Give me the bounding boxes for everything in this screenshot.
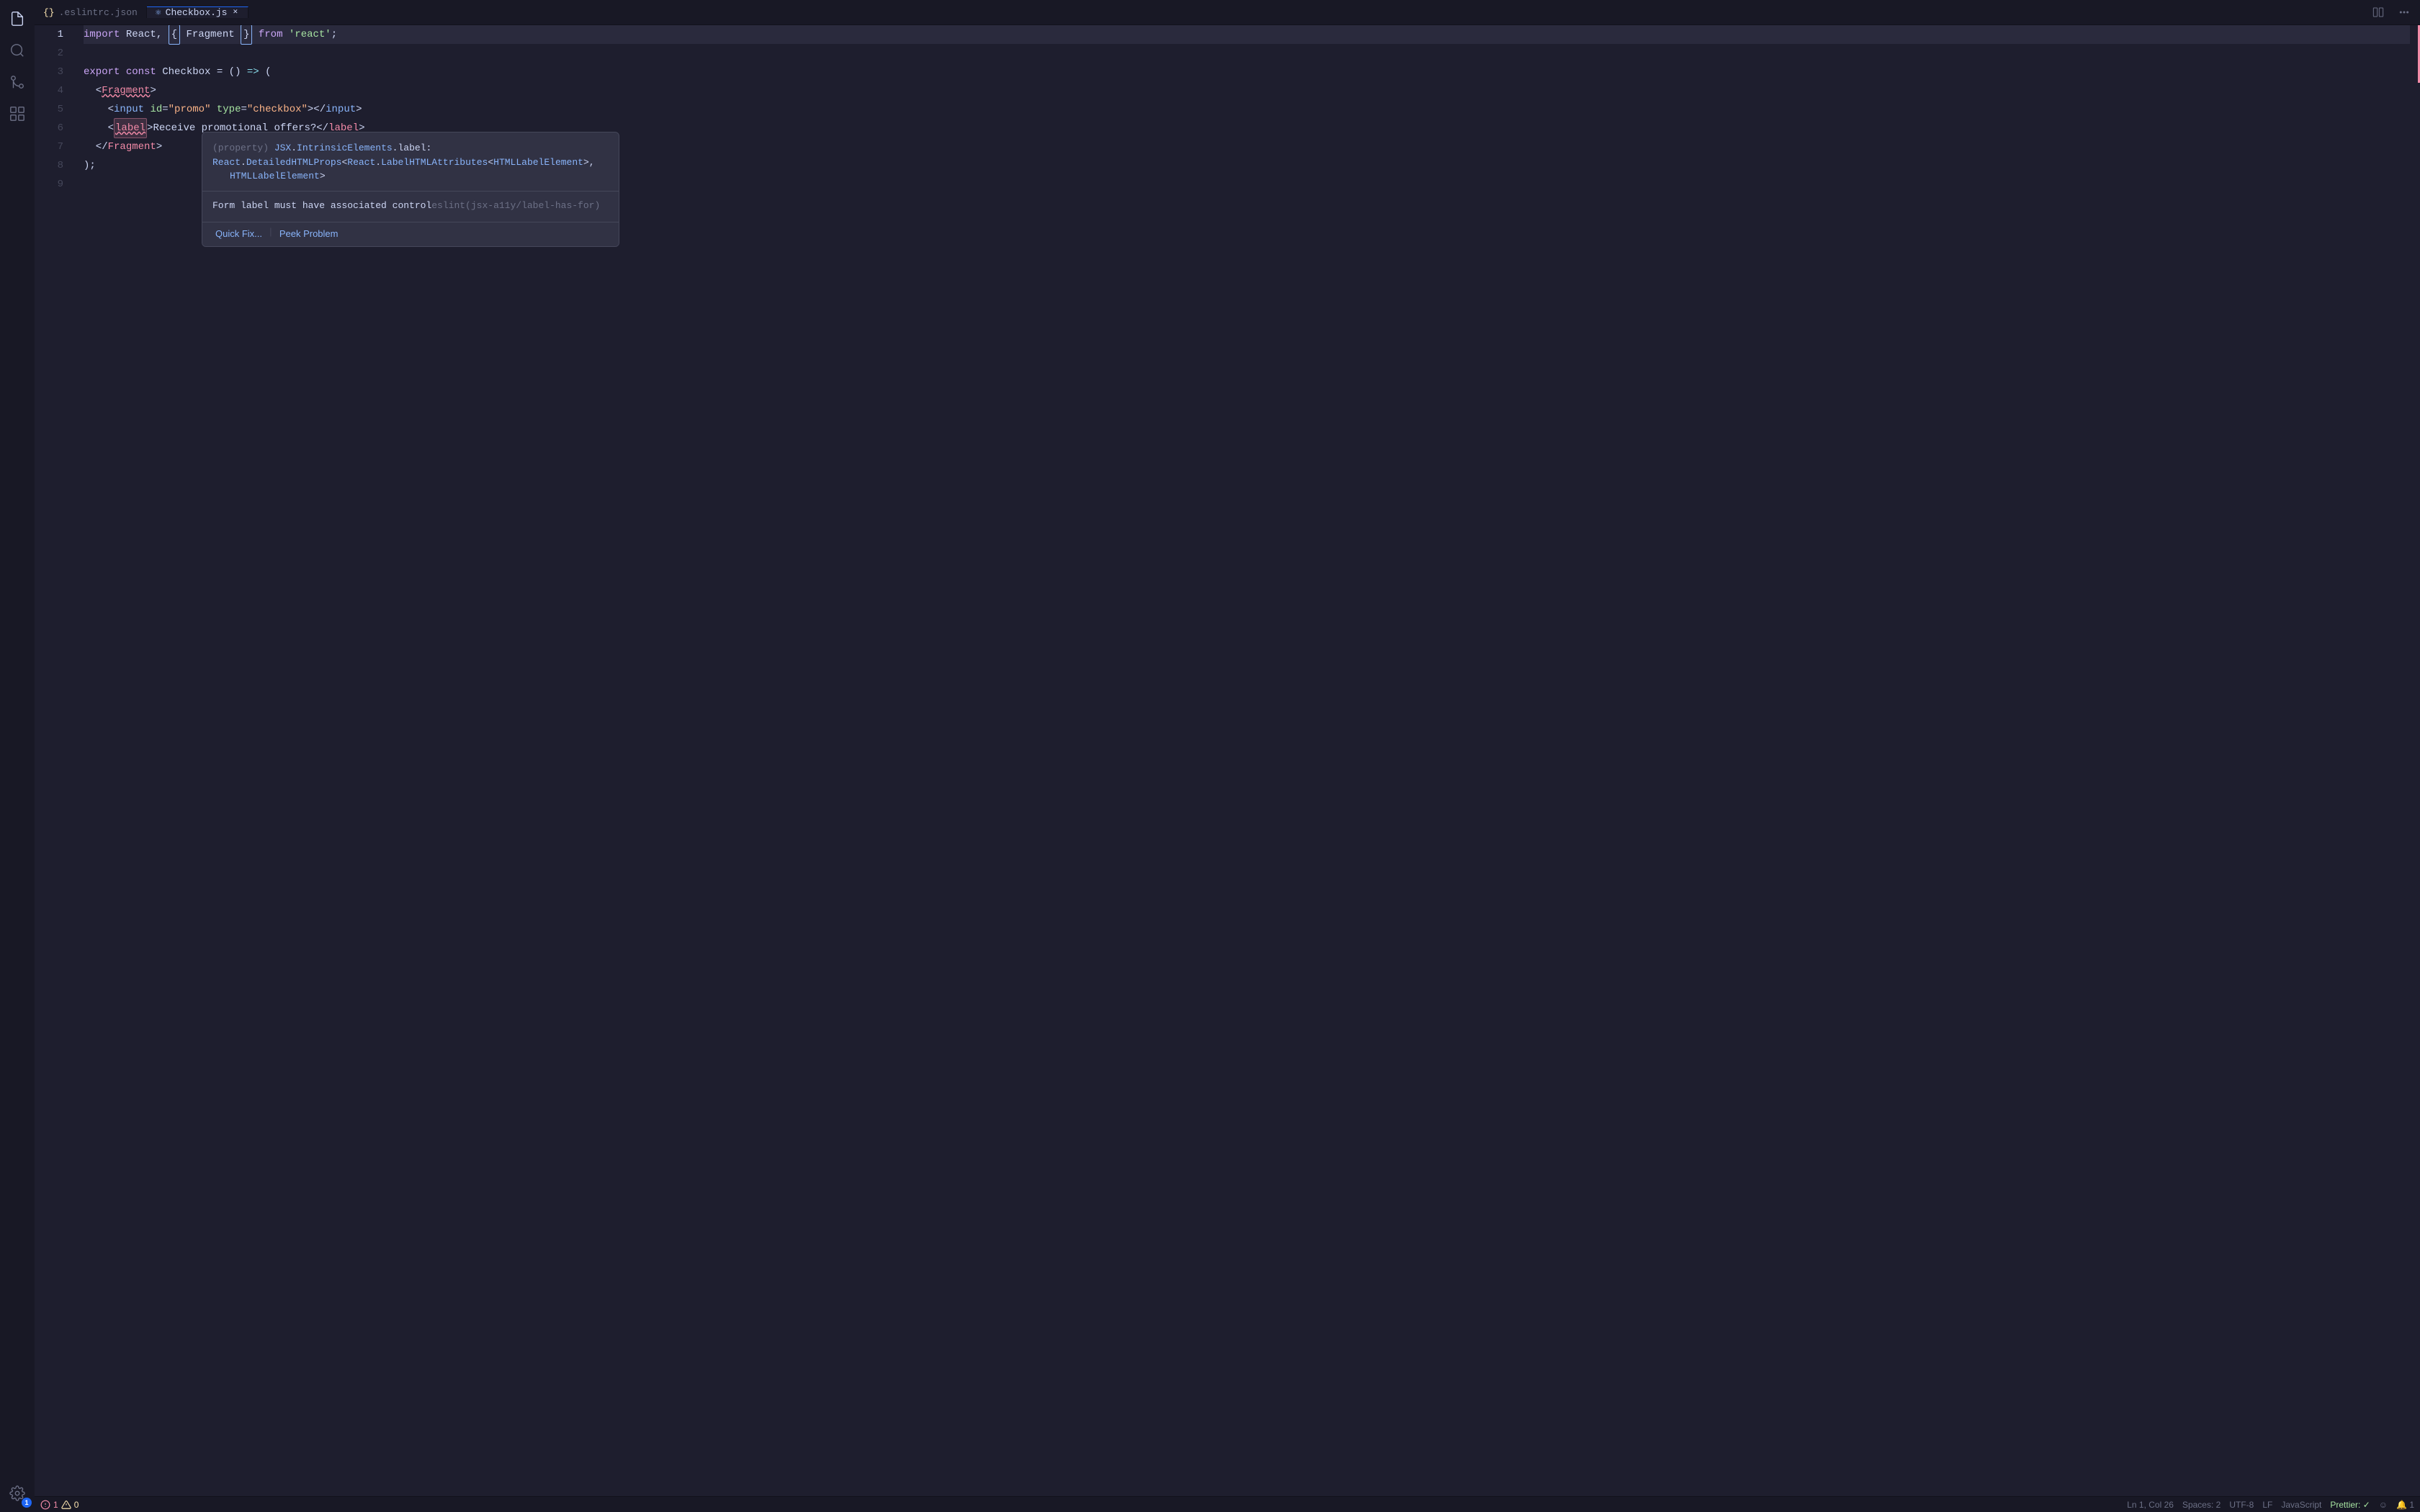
tooltip-property-section: (property) JSX.IntrinsicElements.label: … (202, 132, 619, 192)
line-num-9: 9 (58, 175, 63, 194)
activity-search-icon[interactable] (4, 37, 30, 63)
status-smiley[interactable]: ☺ (2379, 1500, 2388, 1510)
tooltip-actions: Quick Fix... | Peek Problem (202, 222, 619, 246)
tooltip-popup: (property) JSX.IntrinsicElements.label: … (202, 132, 619, 247)
tooltip-error-message: Form label must have associated controle… (212, 199, 609, 214)
curly-open-bracket: { (169, 25, 180, 45)
keyword-import: import (84, 25, 120, 44)
tab-checkbox-label: Checkbox.js (166, 7, 228, 18)
quick-fix-button[interactable]: Quick Fix... (212, 227, 265, 240)
line-numbers-gutter: 1 2 3 4 5 6 7 8 9 (35, 25, 72, 1496)
code-line-4: <Fragment> (84, 81, 2410, 100)
peek-problem-button[interactable]: Peek Problem (277, 227, 341, 240)
activity-bar: 1 (0, 0, 35, 1512)
activity-extensions-icon[interactable] (4, 101, 30, 127)
status-encoding[interactable]: UTF-8 (2229, 1500, 2254, 1510)
curly-close-bracket: } (241, 25, 252, 45)
tab-eslintrc-icon: {} (43, 7, 55, 18)
line-num-2: 2 (58, 44, 63, 63)
code-editor[interactable]: import React, { Fragment } from 'react' … (72, 25, 2410, 1496)
line-num-6: 6 (58, 119, 63, 138)
line-num-8: 8 (58, 156, 63, 175)
status-bar: 1 0 Ln 1, Col 26 Spaces: 2 UTF-8 LF Java… (35, 1496, 2420, 1512)
editor-area: 1 2 3 4 5 6 7 8 9 import React, { Fragme… (35, 25, 2420, 1496)
activity-files-icon[interactable] (4, 6, 30, 32)
error-icon (40, 1500, 50, 1510)
tab-eslintrc[interactable]: {} .eslintrc.json (35, 7, 147, 18)
code-line-1: import React, { Fragment } from 'react' … (84, 25, 2410, 44)
tabs-bar: {} .eslintrc.json ⚛ Checkbox.js ✕ (35, 0, 2420, 25)
status-errors[interactable]: 1 0 (40, 1500, 79, 1510)
tab-checkbox[interactable]: ⚛ Checkbox.js ✕ (147, 6, 248, 18)
status-bell[interactable]: 🔔 1 (2396, 1500, 2414, 1510)
more-actions-icon[interactable] (2394, 2, 2414, 22)
line-num-5: 5 (58, 100, 63, 119)
status-bar-right: Ln 1, Col 26 Spaces: 2 UTF-8 LF JavaScri… (2127, 1500, 2414, 1510)
code-line-2 (84, 44, 2410, 63)
tooltip-prop-text: (property) JSX.IntrinsicElements.label: … (212, 141, 609, 169)
line-num-1: 1 (58, 25, 63, 44)
settings-badge: 1 (22, 1498, 32, 1508)
status-prettier[interactable]: Prettier: ✓ (2330, 1500, 2370, 1510)
split-editor-icon[interactable] (2368, 2, 2388, 22)
code-line-5: <input id="promo" type="checkbox"></inpu… (84, 100, 2410, 119)
activity-settings-icon[interactable]: 1 (4, 1480, 30, 1506)
activity-source-control-icon[interactable] (4, 69, 30, 95)
status-line-ending[interactable]: LF (2262, 1500, 2272, 1510)
activity-bottom-icons: 1 (4, 1480, 30, 1506)
error-count: 1 (53, 1500, 58, 1510)
warning-icon (61, 1500, 71, 1510)
editor-scrollbar[interactable] (2410, 25, 2420, 1496)
line-num-4: 4 (58, 81, 63, 100)
code-line-3: export const Checkbox = () => ( (84, 63, 2410, 81)
main-area: {} .eslintrc.json ⚛ Checkbox.js ✕ (35, 0, 2420, 1512)
warning-count: 0 (74, 1500, 79, 1510)
line-num-7: 7 (58, 138, 63, 156)
status-spaces[interactable]: Spaces: 2 (2182, 1500, 2220, 1510)
tab-eslintrc-label: .eslintrc.json (59, 7, 138, 18)
tab-checkbox-icon: ⚛ (156, 7, 161, 18)
line-num-3: 3 (58, 63, 63, 81)
tooltip-prop-text2: HTMLLabelElement> (212, 169, 609, 184)
status-position[interactable]: Ln 1, Col 26 (2127, 1500, 2174, 1510)
status-bar-left: 1 0 (40, 1500, 79, 1510)
tab-checkbox-close-icon[interactable]: ✕ (231, 7, 239, 18)
status-language[interactable]: JavaScript (2281, 1500, 2321, 1510)
tooltip-error-section: Form label must have associated controle… (202, 192, 619, 223)
